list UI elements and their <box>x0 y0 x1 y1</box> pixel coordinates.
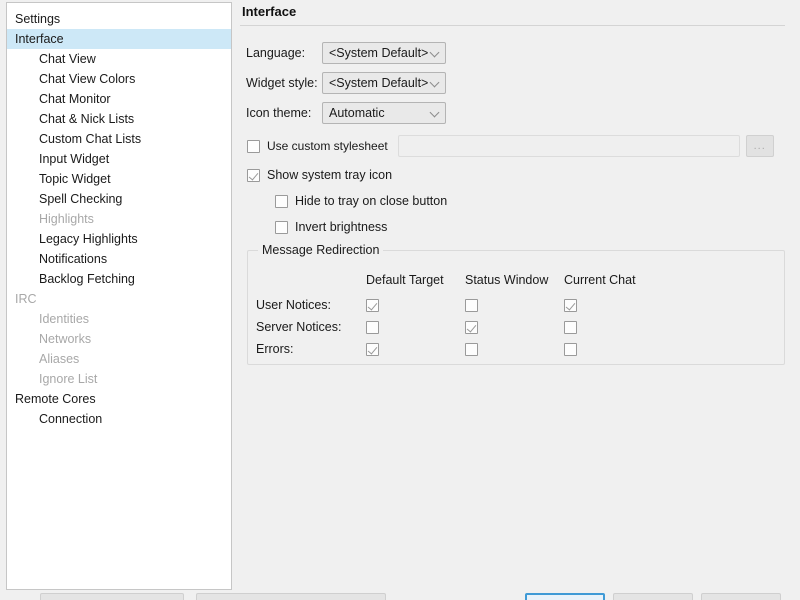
show-tray-icon-row: Show system tray icon <box>240 164 800 186</box>
redirection-cell <box>465 294 564 316</box>
sidebar-item-irc: IRC <box>15 292 37 306</box>
message-redirection-table: Default Target Status Window Current Chat … <box>256 273 663 360</box>
cancel-button[interactable] <box>701 593 781 600</box>
column-header: Default Target <box>366 273 444 287</box>
column-header: Status Window <box>465 273 549 287</box>
sidebar-item-chat-view[interactable]: Chat View <box>7 49 231 69</box>
use-custom-stylesheet-checkbox[interactable] <box>247 139 260 153</box>
invert-brightness-row: Invert brightness <box>240 216 800 238</box>
use-custom-stylesheet-label: Use custom stylesheet <box>267 139 388 153</box>
show-system-tray-icon-label: Show system tray icon <box>267 168 393 182</box>
row-header-spacer <box>256 273 366 294</box>
load-defaults-button[interactable] <box>196 593 386 600</box>
widget-style-value: <System Default> <box>329 76 429 90</box>
column-header: Current Chat <box>564 273 636 287</box>
sidebar-item-chat-view-colors[interactable]: Chat View Colors <box>7 69 231 89</box>
ok-button[interactable] <box>613 593 693 600</box>
redirection-checkbox[interactable] <box>564 343 577 357</box>
chevron-down-icon <box>429 47 440 58</box>
redirection-checkbox[interactable] <box>366 299 379 313</box>
show-system-tray-icon-checkbox[interactable] <box>247 168 260 182</box>
chevron-down-icon <box>429 77 440 88</box>
redirection-cell <box>564 294 663 316</box>
sidebar-item-networks: Networks <box>39 332 92 346</box>
sidebar-item-input-widget[interactable]: Input Widget <box>7 149 231 169</box>
icon-theme-select[interactable]: Automatic <box>322 102 446 124</box>
sidebar-item-aliases: Aliases <box>39 352 80 366</box>
redirection-cell <box>465 338 564 360</box>
settings-dialog: Settings Interface Chat View Chat View Colo… <box>0 0 800 600</box>
language-row: Language: <System Default> <box>240 40 800 66</box>
sidebar-item-settings[interactable]: Settings <box>7 9 231 29</box>
redirection-checkbox[interactable] <box>465 299 478 313</box>
invert-brightness-checkbox[interactable] <box>275 220 288 234</box>
sidebar-item-interface[interactable]: Interface <box>7 29 231 49</box>
redirection-cell <box>366 294 465 316</box>
language-value: <System Default> <box>329 46 429 60</box>
widget-style-row: Widget style: <System Default> <box>240 70 800 96</box>
chevron-down-icon <box>429 107 440 118</box>
redirection-cell <box>366 338 465 360</box>
apply-button[interactable] <box>525 593 605 600</box>
table-row: Errors: <box>256 338 663 360</box>
redirection-cell <box>465 316 564 338</box>
widget-style-select[interactable]: <System Default> <box>322 72 446 94</box>
redirection-checkbox[interactable] <box>564 299 577 313</box>
sidebar-item-identities: Identities <box>39 312 90 326</box>
language-select[interactable]: <System Default> <box>322 42 446 64</box>
sidebar-item-notifications[interactable]: Notifications <box>7 249 231 269</box>
language-label: Language: <box>246 46 306 60</box>
redirection-checkbox[interactable] <box>465 321 478 335</box>
custom-stylesheet-row: Use custom stylesheet ... <box>240 134 800 158</box>
invert-brightness-label: Invert brightness <box>295 220 388 234</box>
table-row: Server Notices: <box>256 316 663 338</box>
sidebar-item-custom-chat-lists[interactable]: Custom Chat Lists <box>7 129 231 149</box>
sidebar-item-highlights: Highlights <box>39 212 94 226</box>
hide-to-tray-checkbox[interactable] <box>275 194 288 208</box>
icon-theme-value: Automatic <box>329 106 385 120</box>
page-title: Interface <box>242 4 297 19</box>
sidebar-item-remote-cores[interactable]: Remote Cores <box>7 389 231 409</box>
settings-category-tree[interactable]: Settings Interface Chat View Chat View Colo… <box>6 2 232 590</box>
sidebar-item-backlog-fetching[interactable]: Backlog Fetching <box>7 269 231 289</box>
icon-theme-label: Icon theme: <box>246 106 312 120</box>
title-divider <box>240 25 785 26</box>
stylesheet-path-input[interactable] <box>397 135 740 157</box>
redirection-checkbox[interactable] <box>366 343 379 357</box>
sidebar-item-legacy-highlights[interactable]: Legacy Highlights <box>7 229 231 249</box>
table-header-row: Default Target Status Window Current Chat <box>256 273 663 294</box>
message-redirection-title: Message Redirection <box>258 243 384 257</box>
table-body: User Notices: Server Notices: Errors: <box>256 294 663 360</box>
redirection-cell <box>564 338 663 360</box>
row-label: User Notices: <box>256 298 332 312</box>
redirection-cell <box>366 316 465 338</box>
stylesheet-browse-button[interactable]: ... <box>745 135 774 157</box>
row-label: Errors: <box>256 342 294 356</box>
sidebar-item-connection[interactable]: Connection <box>7 409 231 429</box>
settings-content-pane: Interface Language: <System Default> Wid… <box>240 0 800 590</box>
redirection-checkbox[interactable] <box>564 321 577 335</box>
redirection-cell <box>564 316 663 338</box>
row-label: Server Notices: <box>256 320 342 334</box>
sidebar-item-chat-nick-lists[interactable]: Chat & Nick Lists <box>7 109 231 129</box>
sidebar-item-topic-widget[interactable]: Topic Widget <box>7 169 231 189</box>
hide-to-tray-label: Hide to tray on close button <box>295 194 448 208</box>
restore-defaults-button[interactable] <box>40 593 184 600</box>
hide-to-tray-row: Hide to tray on close button <box>240 190 800 212</box>
message-redirection-group: Message Redirection Default Target Status… <box>247 243 785 365</box>
table-row: User Notices: <box>256 294 663 316</box>
redirection-checkbox[interactable] <box>366 321 379 335</box>
sidebar-item-ignore-list: Ignore List <box>39 372 98 386</box>
sidebar-item-spell-checking[interactable]: Spell Checking <box>7 189 231 209</box>
sidebar-item-chat-monitor[interactable]: Chat Monitor <box>7 89 231 109</box>
icon-theme-row: Icon theme: Automatic <box>240 100 800 126</box>
sidebar-item-list: Settings Interface Chat View Chat View Colo… <box>7 3 231 429</box>
redirection-checkbox[interactable] <box>465 343 478 357</box>
widget-style-label: Widget style: <box>246 76 318 90</box>
